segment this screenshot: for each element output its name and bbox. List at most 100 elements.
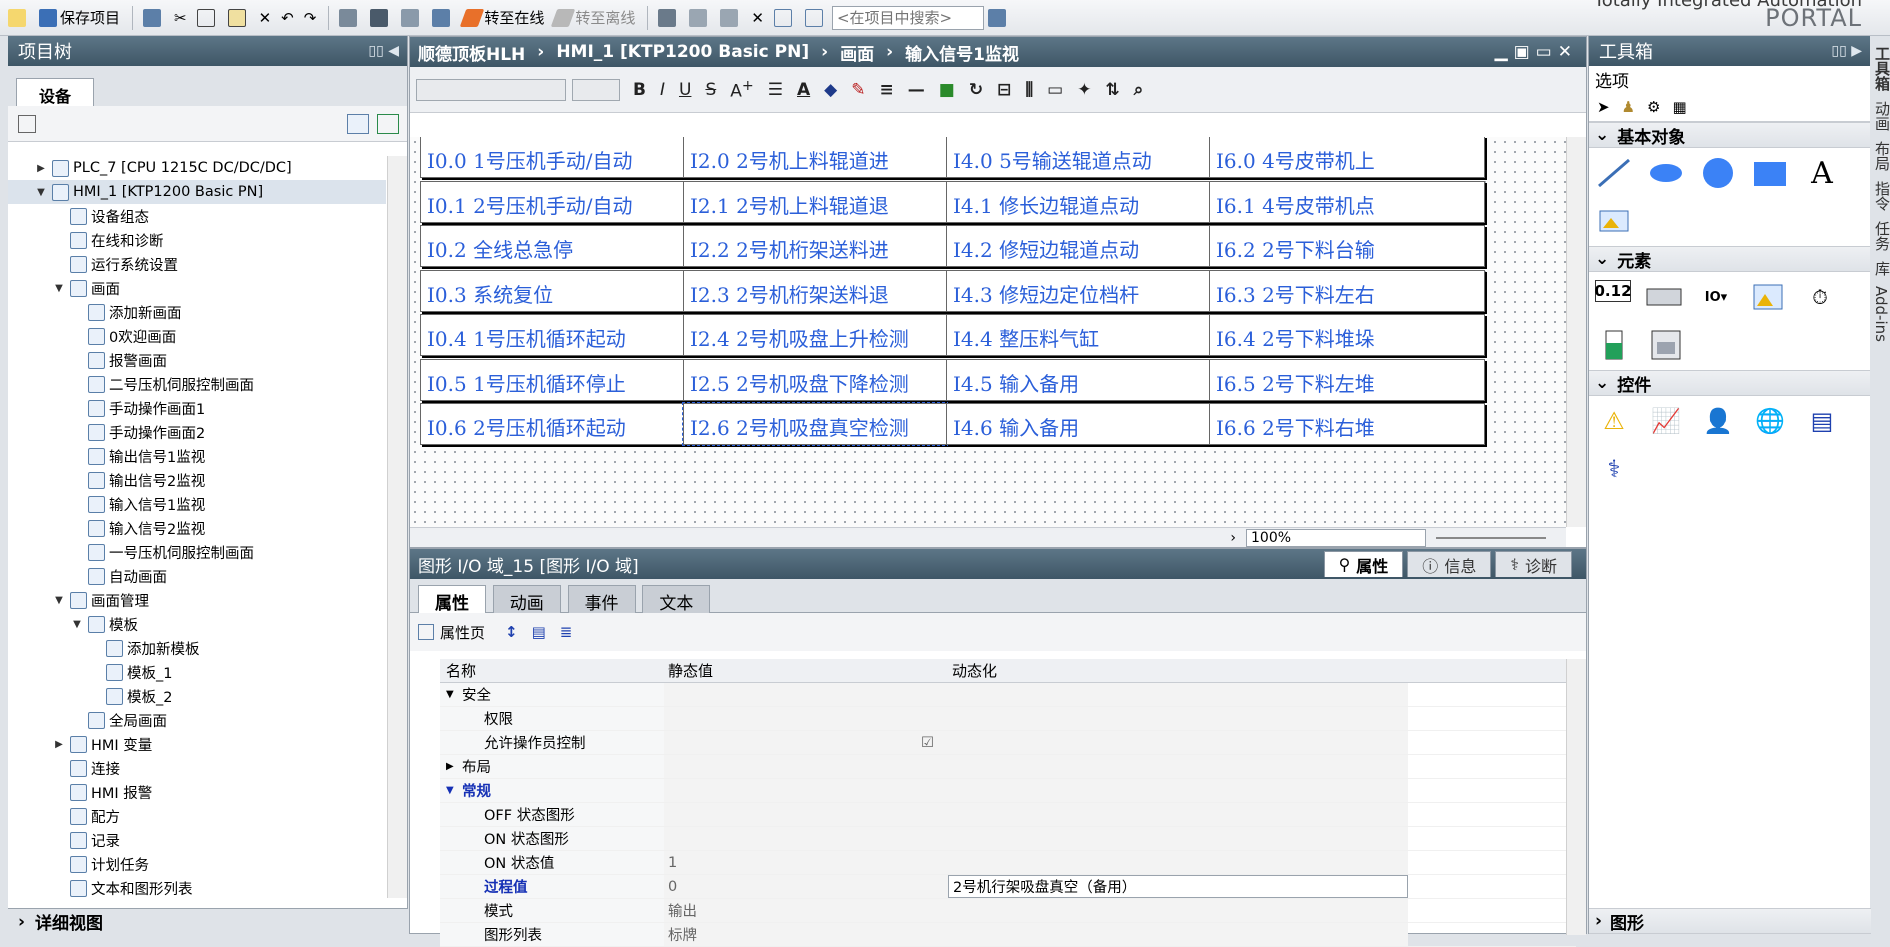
rectangle-icon[interactable] xyxy=(1751,156,1789,190)
property-dynamic-value[interactable] xyxy=(948,707,1408,730)
tree-item[interactable]: 模板_2 xyxy=(8,684,386,708)
io-field[interactable]: I6.0 4号皮带机上 xyxy=(1209,137,1485,178)
property-dynamic-value[interactable] xyxy=(948,803,1408,826)
tab-inspector-diagnostics[interactable]: ⚕ 诊断 xyxy=(1495,551,1572,577)
tab-devices[interactable]: 设备 xyxy=(16,78,95,106)
line-weight-button[interactable]: ≡ xyxy=(880,80,894,100)
subtab-animations[interactable]: 动画 xyxy=(492,585,561,614)
project-search-input[interactable] xyxy=(831,5,984,30)
side-tab-layout[interactable]: 布局 xyxy=(1872,141,1890,171)
distribute-button[interactable]: ⊟ xyxy=(997,80,1011,100)
tree-item[interactable]: ▼ 画面管理 xyxy=(8,588,386,612)
property-dynamic-value[interactable] xyxy=(948,899,1408,922)
go-offline-button[interactable]: 转至离线 xyxy=(550,4,639,32)
io-field[interactable]: I2.6 2号机吸盘真空检测 xyxy=(682,402,960,446)
tree-item[interactable]: 输入信号1监视 xyxy=(8,492,386,516)
canvas-horizontal-scrollbar[interactable]: › 100% xyxy=(410,527,1566,547)
property-scrollbar[interactable] xyxy=(1566,659,1586,935)
side-tab-addins[interactable]: Add-ins xyxy=(1872,286,1890,342)
property-dynamic-value[interactable]: 2号机行架吸盘真空（备用） xyxy=(948,875,1408,898)
property-static-value[interactable] xyxy=(664,803,948,826)
search-project-button[interactable] xyxy=(984,4,1013,32)
align-button[interactable]: ☰ xyxy=(768,80,783,100)
tree-scrollbar[interactable] xyxy=(387,156,407,898)
subtab-properties[interactable]: 属性 xyxy=(418,585,486,614)
pointer-icon[interactable]: ➤ xyxy=(1597,98,1610,116)
graphic-io-icon[interactable] xyxy=(1749,280,1787,314)
property-row[interactable]: 过程值 0 2号机行架吸盘真空（备用） xyxy=(440,875,1576,899)
property-dynamic-value[interactable] xyxy=(948,755,1408,778)
io-field[interactable]: I4.0 5号输送辊道点动 xyxy=(946,137,1222,178)
sort-az-icon[interactable]: ↕ xyxy=(505,623,518,641)
property-static-value[interactable] xyxy=(664,755,948,778)
tree-item[interactable]: 全局画面 xyxy=(8,708,386,732)
tree-item[interactable]: ▼ 画面 xyxy=(8,276,386,300)
line-color-button[interactable]: ✎ xyxy=(851,80,865,100)
tree-item[interactable]: 添加新画面 xyxy=(8,300,386,324)
property-static-value[interactable] xyxy=(664,779,948,802)
zoom-select[interactable]: 100% xyxy=(1246,528,1426,547)
ellipse-icon[interactable] xyxy=(1647,156,1685,190)
property-static-value[interactable]: 1 xyxy=(664,851,948,874)
tree-item[interactable]: 自动画面 xyxy=(8,564,386,588)
cut-button[interactable]: ✂ xyxy=(170,4,191,32)
subtab-texts[interactable]: 文本 xyxy=(642,585,711,614)
trend-view-icon[interactable]: 📈 xyxy=(1647,404,1685,438)
system-diagnostics-icon[interactable]: ⚕ xyxy=(1595,452,1633,486)
io-field[interactable]: I0.6 2号压机循环起动 xyxy=(420,403,696,445)
graphic-view-icon[interactable] xyxy=(1595,204,1633,238)
html-browser-icon[interactable]: 🌐 xyxy=(1751,404,1789,438)
tree-item[interactable]: 文本和图形列表 xyxy=(8,876,386,898)
tree-expander-icon[interactable]: ▼ xyxy=(34,187,48,198)
io-field[interactable]: I6.3 2号下料左右 xyxy=(1209,269,1485,312)
io-field[interactable]: I0.0 1号压机手动/自动 xyxy=(420,137,696,178)
simulate-button[interactable] xyxy=(428,4,457,32)
io-field[interactable]: I0.1 2号压机手动/自动 xyxy=(420,180,696,223)
io-field[interactable]: I4.6 输入备用 xyxy=(946,403,1222,445)
section-elements[interactable]: ⌄ 元素 xyxy=(1589,246,1870,272)
tree-expander-icon[interactable]: ▼ xyxy=(52,595,66,606)
stamp-icon[interactable]: ♟ xyxy=(1622,98,1635,116)
property-page-button[interactable]: 属性页 xyxy=(440,622,485,643)
tree-expander-icon[interactable]: ▶ xyxy=(52,739,66,750)
screen-canvas[interactable]: I0.0 1号压机手动/自动 I0.1 2号压机手动/自动 I0.2 全线总急停 I0… xyxy=(410,137,1566,527)
io-field[interactable]: I0.3 系统复位 xyxy=(420,269,696,312)
tree-item[interactable]: 一号压机伺服控制画面 xyxy=(8,540,386,564)
tree-item[interactable]: 计划任务 xyxy=(8,852,386,876)
stop-cpu-button[interactable] xyxy=(716,4,745,32)
detail-view-bar[interactable]: › 详细视图 xyxy=(8,908,408,934)
new-project-button[interactable] xyxy=(4,4,33,32)
io-field[interactable]: I4.2 修短边辊道点动 xyxy=(946,225,1222,267)
line-icon[interactable] xyxy=(1595,156,1633,190)
io-field[interactable]: I2.5 2号机吸盘下降检测 xyxy=(683,358,959,401)
io-field[interactable]: I2.3 2号机桁架送料退 xyxy=(683,269,959,312)
same-size-button[interactable]: ⫼ xyxy=(1025,80,1033,100)
underline-button[interactable]: U xyxy=(679,80,691,100)
io-field[interactable]: I4.3 修短边定位档杆 xyxy=(946,269,1222,312)
fill-color-button[interactable]: ◆ xyxy=(824,80,837,100)
align-objects-button[interactable]: ■ xyxy=(939,80,955,100)
io-field[interactable]: I4.5 输入备用 xyxy=(946,358,1222,401)
property-row[interactable]: ▼ 安全 xyxy=(440,683,1576,707)
subtab-events[interactable]: 事件 xyxy=(567,585,636,614)
circle-icon[interactable] xyxy=(1699,156,1737,190)
rotate-button[interactable]: ↻ xyxy=(969,80,983,100)
text-field-icon[interactable]: A xyxy=(1803,156,1841,191)
list-view-icon[interactable]: ≣ xyxy=(560,623,573,641)
io-field[interactable]: I6.4 2号下料堆垛 xyxy=(1209,314,1485,356)
alarm-view-icon[interactable]: ⚠ xyxy=(1595,404,1633,438)
property-static-value[interactable] xyxy=(664,683,948,706)
close-online-button[interactable]: ✕ xyxy=(747,4,768,32)
section-graphics[interactable]: › 图形 xyxy=(1589,908,1871,934)
line-style-button[interactable]: — xyxy=(908,80,925,100)
io-field[interactable]: I0.4 1号压机循环起动 xyxy=(420,314,696,356)
tree-expander-icon[interactable]: ▶ xyxy=(34,163,48,174)
compile-button[interactable] xyxy=(335,4,364,32)
tree-item[interactable]: ▼ HMI_1 [KTP1200 Basic PN] xyxy=(8,180,386,204)
start-cpu-button[interactable] xyxy=(685,4,714,32)
group-button[interactable]: ▭ xyxy=(1047,80,1063,100)
split-horizontal-button[interactable] xyxy=(770,4,799,32)
user-view-icon[interactable]: 👤 xyxy=(1699,404,1737,438)
property-row[interactable]: 允许操作员控制 ☑ xyxy=(440,731,1576,755)
copy-button[interactable] xyxy=(193,4,222,32)
